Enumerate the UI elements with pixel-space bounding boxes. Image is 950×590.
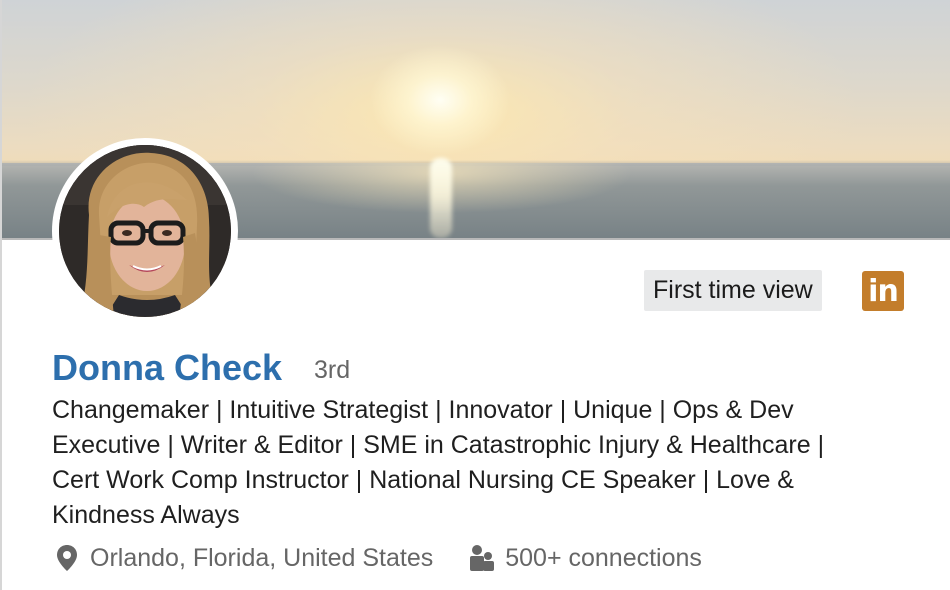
first-time-view-badge: First time view [644,270,822,311]
people-icon [469,544,495,572]
map-pin-icon [56,544,78,572]
profile-headline: Changemaker | Intuitive Strategist | Inn… [52,396,825,529]
connections-count[interactable]: 500+ connections [505,544,702,573]
sun-reflection [430,158,452,238]
profile-location: Orlando, Florida, United States [90,543,434,572]
profile-name[interactable]: Donna Check [52,346,282,390]
connection-degree: 3rd [314,356,351,384]
profile-meta: Orlando, Florida, United States 500+ con… [56,538,702,578]
profile-card: First time view in Donna Check 3rd Chang… [0,0,950,590]
avatar[interactable] [59,145,231,317]
linkedin-logo-icon[interactable]: in [862,271,904,311]
